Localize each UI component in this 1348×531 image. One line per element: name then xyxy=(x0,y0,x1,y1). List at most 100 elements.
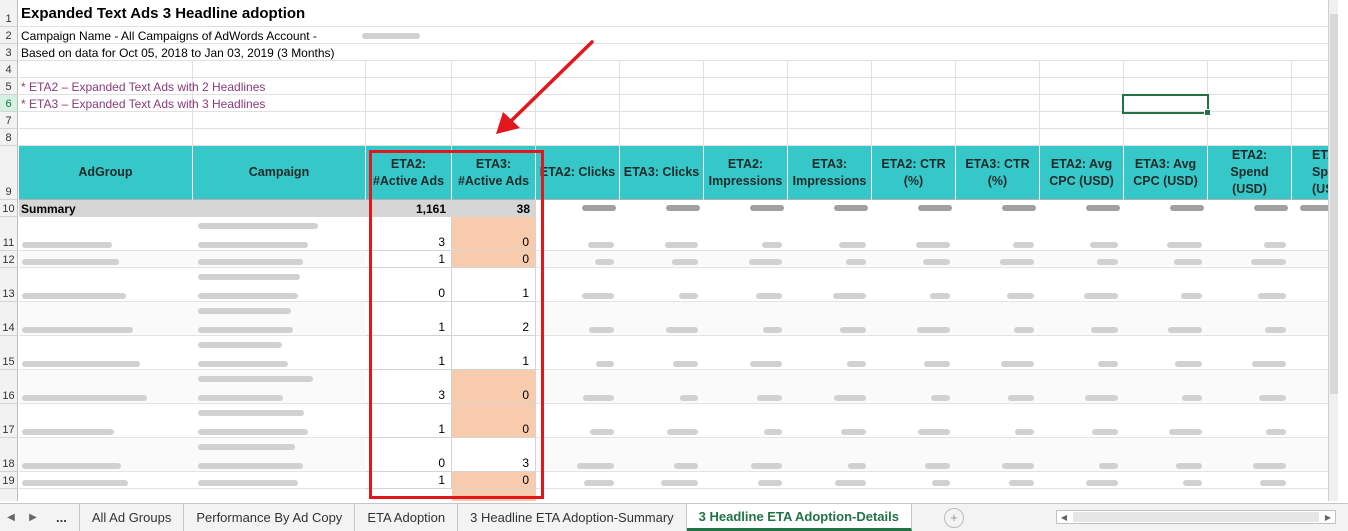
row-header-12[interactable]: 12 xyxy=(0,251,18,268)
row-header-9[interactable]: 9 xyxy=(0,146,18,200)
grid-row-line xyxy=(19,43,1338,44)
header-eta3-avg-cpc[interactable]: ETA3: Avg CPC (USD) xyxy=(1124,146,1208,200)
metric-value-redacted xyxy=(666,327,698,333)
tab-ellipsis[interactable]: ... xyxy=(44,504,80,531)
metric-value-redacted xyxy=(750,361,782,367)
row-header-18[interactable]: 18 xyxy=(0,438,18,472)
tab-all-ad-groups[interactable]: All Ad Groups xyxy=(80,504,185,531)
row-header-4[interactable]: 4 xyxy=(0,61,18,78)
row-header-6[interactable]: 6 xyxy=(0,95,18,112)
metric-value-redacted xyxy=(931,395,950,401)
grid-row-line xyxy=(19,26,1338,27)
metric-value-redacted xyxy=(1175,361,1202,367)
tab-3-headline-eta-details[interactable]: 3 Headline ETA Adoption-Details xyxy=(686,504,912,531)
campaign-name-redacted xyxy=(198,293,298,299)
tab-3-headline-eta-summary[interactable]: 3 Headline ETA Adoption-Summary xyxy=(458,504,687,531)
vertical-scroll-thumb[interactable] xyxy=(1330,14,1338,394)
row-header-3[interactable]: 3 xyxy=(0,44,18,61)
campaign-name-redacted xyxy=(198,308,291,314)
row-header-8[interactable]: 8 xyxy=(0,129,18,146)
header-eta2-ctr[interactable]: ETA2: CTR (%) xyxy=(872,146,956,200)
metric-value-redacted xyxy=(1084,293,1118,299)
metric-value-redacted xyxy=(596,361,614,367)
tab-scroll-right-icon[interactable]: ▶ xyxy=(22,512,44,523)
adgroup-name-redacted xyxy=(22,259,119,265)
tab-scroll-left-icon[interactable]: ◀ xyxy=(0,512,22,523)
metric-value-redacted xyxy=(1092,429,1118,435)
horizontal-scrollbar[interactable]: ◀ ▶ xyxy=(1056,510,1336,524)
tab-eta-adoption[interactable]: ETA Adoption xyxy=(355,504,459,531)
metric-value-redacted xyxy=(764,429,782,435)
metric-value-redacted xyxy=(1264,242,1286,248)
vertical-scrollbar[interactable] xyxy=(1328,0,1338,501)
row-header-13[interactable]: 13 xyxy=(0,268,18,302)
tab-performance-by-ad-copy[interactable]: Performance By Ad Copy xyxy=(184,504,356,531)
adgroup-name-redacted xyxy=(22,429,114,435)
grid-col-line xyxy=(1291,61,1292,146)
metric-value-redacted xyxy=(847,361,866,367)
header-eta2-impressions[interactable]: ETA2: Impressions xyxy=(704,146,788,200)
row-header-5[interactable]: 5 xyxy=(0,78,18,95)
selected-cell[interactable] xyxy=(1122,94,1211,116)
campaign-name-redacted xyxy=(198,429,308,435)
row-header-1[interactable]: 1 xyxy=(0,0,18,27)
horizontal-scroll-thumb[interactable] xyxy=(1073,512,1319,522)
date-range-line: Based on data for Oct 05, 2018 to Jan 03… xyxy=(21,46,335,60)
metric-value-redacted xyxy=(1009,480,1034,486)
summary-metric-redacted xyxy=(582,205,616,211)
grid-row-line xyxy=(19,128,1338,129)
grid-col-line xyxy=(619,61,620,146)
row-header-20 xyxy=(0,489,18,501)
metric-value-redacted xyxy=(1097,259,1118,265)
scroll-right-icon[interactable]: ▶ xyxy=(1321,513,1335,522)
grid-col-line xyxy=(703,61,704,146)
metric-value-redacted xyxy=(916,242,950,248)
campaign-name-redacted xyxy=(198,223,318,229)
adgroup-name-redacted xyxy=(22,327,133,333)
metric-value-redacted xyxy=(1252,361,1286,367)
summary-metric-redacted xyxy=(1300,205,1330,211)
header-campaign[interactable]: Campaign xyxy=(193,146,366,200)
row-header-16[interactable]: 16 xyxy=(0,370,18,404)
row-header-14[interactable]: 14 xyxy=(0,302,18,336)
grid-col-line xyxy=(1039,61,1040,146)
grid-col-line xyxy=(955,61,956,146)
header-eta2-clicks[interactable]: ETA2: Clicks xyxy=(536,146,620,200)
metric-value-redacted xyxy=(833,293,866,299)
header-eta2-avg-cpc[interactable]: ETA2: Avg CPC (USD) xyxy=(1040,146,1124,200)
metric-value-redacted xyxy=(583,395,614,401)
row-header-7[interactable]: 7 xyxy=(0,112,18,129)
spreadsheet-grid[interactable]: 1 2 3 4 5 6 7 8 9 10 11 12 13 14 15 16 1… xyxy=(0,0,1338,501)
metric-value-redacted xyxy=(932,480,950,486)
metric-value-redacted xyxy=(1099,463,1118,469)
row-header-2[interactable]: 2 xyxy=(0,27,18,44)
metric-value-redacted xyxy=(679,293,698,299)
scroll-left-icon[interactable]: ◀ xyxy=(1057,513,1071,522)
row-header-11[interactable]: 11 xyxy=(0,217,18,251)
metric-value-redacted xyxy=(1098,361,1118,367)
metric-value-redacted xyxy=(1182,395,1202,401)
header-eta3-impressions[interactable]: ETA3: Impressions xyxy=(788,146,872,200)
row-header-10[interactable]: 10 xyxy=(0,200,18,217)
summary-metric-redacted xyxy=(834,205,868,211)
adgroup-name-redacted xyxy=(22,395,147,401)
grid-col-line xyxy=(871,61,872,146)
report-title: Expanded Text Ads 3 Headline adoption xyxy=(21,5,306,22)
metric-value-redacted xyxy=(930,293,950,299)
metric-value-redacted xyxy=(1251,259,1286,265)
campaign-name-redacted xyxy=(198,242,308,248)
header-adgroup[interactable]: AdGroup xyxy=(19,146,193,200)
metric-value-redacted xyxy=(1014,327,1034,333)
header-eta2-spend[interactable]: ETA2: Spend (USD) xyxy=(1208,146,1292,200)
row-header-15[interactable]: 15 xyxy=(0,336,18,370)
metric-value-redacted xyxy=(1085,395,1118,401)
annotation-highlight-box xyxy=(369,150,544,499)
summary-metric-redacted xyxy=(1086,205,1120,211)
metric-value-redacted xyxy=(667,429,698,435)
adgroup-name-redacted xyxy=(22,242,112,248)
row-header-19[interactable]: 19 xyxy=(0,472,18,489)
header-eta3-ctr[interactable]: ETA3: CTR (%) xyxy=(956,146,1040,200)
add-sheet-icon[interactable]: + xyxy=(944,507,964,528)
header-eta3-clicks[interactable]: ETA3: Clicks xyxy=(620,146,704,200)
row-header-17[interactable]: 17 xyxy=(0,404,18,438)
